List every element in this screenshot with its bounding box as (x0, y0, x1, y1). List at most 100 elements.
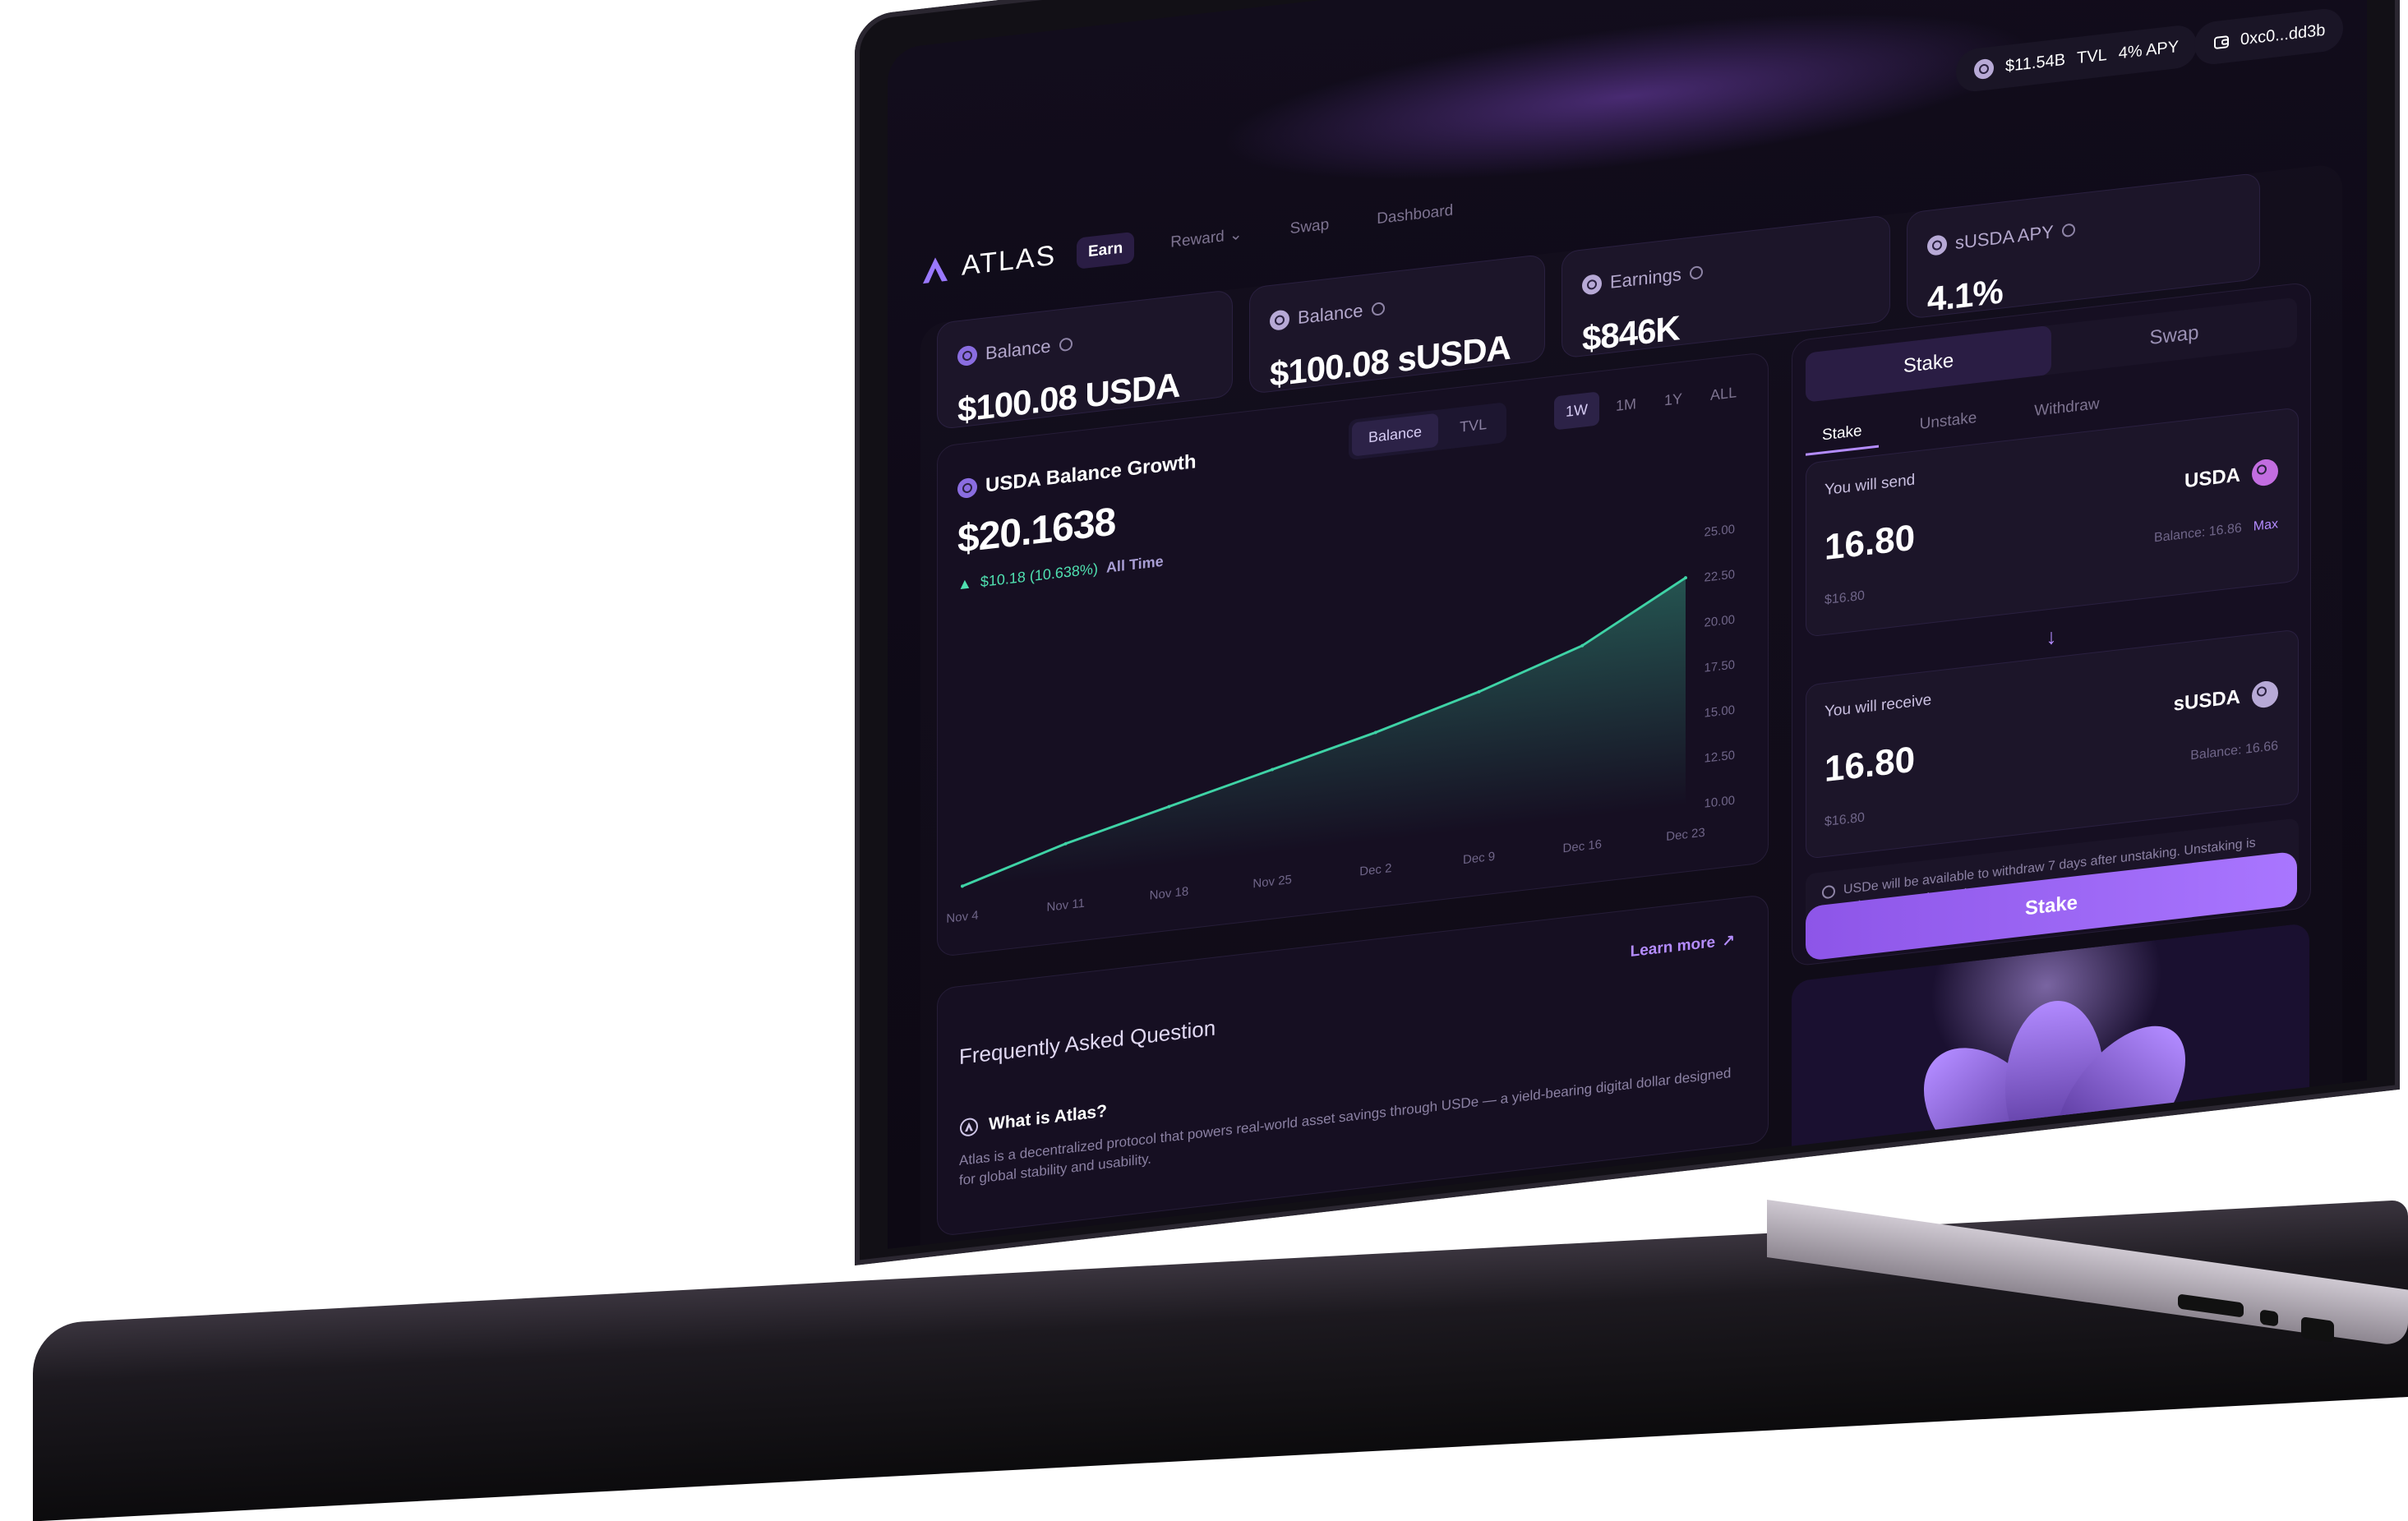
laptop-port (2301, 1316, 2334, 1343)
info-icon[interactable] (1059, 337, 1073, 353)
tab-stake[interactable]: Stake (1806, 325, 2051, 403)
receive-label: You will receive (1824, 691, 1932, 721)
receive-token: sUSDA (2174, 680, 2278, 718)
nav-reward-label: Reward (1170, 227, 1225, 251)
apy-value: 4% APY (2118, 37, 2180, 62)
x-tick-label: Nov 18 (1150, 884, 1188, 902)
tvl-label: TVL (2077, 45, 2107, 67)
tvl-value: $11.54B (2005, 50, 2066, 76)
y-tick-label: 17.50 (1704, 658, 1735, 675)
faq-question-text: What is Atlas? (989, 1101, 1107, 1134)
learn-more-link[interactable]: Learn more ↗ (1631, 932, 1735, 963)
send-token-symbol: USDA (2184, 463, 2240, 493)
info-icon (1822, 884, 1835, 900)
wallet-icon (2214, 35, 2229, 49)
send-balance-text: Balance: 16.86 (2154, 521, 2242, 546)
faq-title: Frequently Asked Question (959, 1015, 1216, 1070)
usda-coin-icon (1974, 58, 1994, 81)
range-1m[interactable]: 1M (1604, 386, 1648, 425)
x-tick-label: Dec 16 (1563, 837, 1602, 855)
receive-box: You will receive 16.80 $16.80 sUSDA Bala… (1806, 629, 2299, 860)
arrow-down-icon[interactable]: ↓ (2039, 623, 2064, 650)
receive-balance: Balance: 16.66 (2190, 739, 2278, 763)
atlas-logo-icon (923, 256, 948, 283)
faq-question[interactable]: What is Atlas? (959, 1102, 1107, 1138)
x-tick-label: Nov 4 (946, 908, 978, 925)
range-all[interactable]: ALL (1699, 375, 1748, 414)
tvl-apy-pill: $11.54B TVL 4% APY (1956, 23, 2198, 94)
delta-period: All Time (1105, 552, 1164, 576)
decorative-flower-art (1792, 922, 2309, 1196)
app-screen: $11.54B TVL 4% APY 0xc0...dd3b ATLAS Ear… (888, 0, 2367, 1250)
usda-coin-icon (957, 477, 977, 500)
stat-label: Earnings (1610, 263, 1681, 293)
arrow-up-right-icon: ↗ (1722, 932, 1735, 952)
x-tick-label: Dec 23 (1666, 826, 1705, 844)
toggle-balance[interactable]: Balance (1352, 413, 1439, 457)
chevron-down-icon: ⌄ (1229, 225, 1243, 245)
receive-usd-value: $16.80 (1824, 810, 1865, 830)
tab-swap[interactable]: Swap (2051, 297, 2297, 375)
y-tick-label: 15.00 (1704, 703, 1735, 721)
stat-label: Balance (985, 335, 1051, 364)
nav-swap[interactable]: Swap (1279, 208, 1341, 247)
info-icon[interactable] (2061, 223, 2075, 238)
receive-balance-text: Balance: 16.66 (2190, 739, 2278, 763)
susda-coin-icon (1927, 234, 1947, 256)
subtab-withdraw[interactable]: Withdraw (2018, 387, 2115, 432)
chart-amount: $20.1638 (957, 500, 1116, 562)
info-icon[interactable] (1689, 265, 1703, 280)
learn-more-label: Learn more (1630, 933, 1716, 961)
send-token-selector[interactable]: USDA (2184, 458, 2278, 495)
chart-title-text: USDA Balance Growth (985, 450, 1197, 497)
stat-card-usda-balance: Balance $100.08 USDA (937, 289, 1233, 431)
chart-range-group: 1W 1M 1Y ALL (1554, 375, 1748, 431)
toggle-tvl[interactable]: TVL (1443, 406, 1503, 446)
usda-coin-icon (2252, 458, 2278, 487)
chart-title: USDA Balance Growth (957, 450, 1197, 500)
y-tick-label: 10.00 (1704, 794, 1735, 811)
nav-reward[interactable]: Reward ⌄ (1159, 217, 1253, 260)
y-tick-label: 20.00 (1704, 613, 1735, 630)
nav-earn[interactable]: Earn (1077, 231, 1135, 270)
send-amount-input[interactable]: 16.80 (1824, 518, 1915, 569)
usda-coin-icon (957, 344, 977, 367)
x-tick-label: Dec 2 (1359, 861, 1391, 878)
nav-dashboard[interactable]: Dashboard (1365, 194, 1465, 237)
receive-amount: 16.80 (1824, 739, 1916, 790)
faq-card: Learn more ↗ Frequently Asked Question W… (937, 893, 1769, 1238)
susda-coin-icon (1270, 309, 1289, 332)
main-content: Balance $100.08 USDA Balance $100.08 sUS… (920, 163, 2342, 1249)
chart-point (1684, 576, 1687, 580)
range-1y[interactable]: 1Y (1653, 380, 1694, 419)
susda-coin-icon (2252, 680, 2278, 709)
earnings-coin-icon (1582, 273, 1602, 296)
send-label: You will send (1824, 471, 1916, 500)
subtab-unstake[interactable]: Unstake (1903, 401, 1994, 445)
stat-label: Balance (1298, 300, 1363, 329)
brand-name: ATLAS (962, 239, 1057, 282)
y-tick-label: 12.50 (1704, 749, 1735, 766)
laptop-port (2260, 1309, 2278, 1327)
wallet-address: 0xc0...dd3b (2240, 21, 2326, 48)
y-tick-label: 22.50 (1704, 568, 1735, 585)
x-tick-label: Nov 25 (1252, 873, 1291, 891)
stat-card-susda-balance: Balance $100.08 sUSDA (1249, 253, 1545, 394)
brand-logo[interactable]: ATLAS (920, 240, 1056, 288)
subtab-stake[interactable]: Stake (1806, 413, 1879, 456)
receive-token-symbol: sUSDA (2173, 685, 2240, 716)
send-balance: Balance: 16.86 Max (2154, 517, 2278, 546)
main-nav: Earn Reward ⌄ Swap Dashboard (1077, 193, 1465, 270)
balance-growth-card: USDA Balance Growth $20.1638 ▲ $10.18 (1… (937, 351, 1769, 958)
x-tick-label: Dec 9 (1463, 850, 1495, 867)
atlas-logo-icon (960, 1118, 978, 1136)
range-1w[interactable]: 1W (1554, 391, 1599, 431)
max-button[interactable]: Max (2253, 517, 2278, 534)
info-icon[interactable] (1371, 302, 1385, 316)
send-usd-value: $16.80 (1824, 588, 1865, 608)
triangle-up-icon: ▲ (957, 574, 972, 593)
wallet-button[interactable]: 0xc0...dd3b (2194, 7, 2344, 67)
x-tick-label: Nov 11 (1047, 896, 1085, 915)
y-tick-label: 25.00 (1704, 523, 1735, 540)
stat-label: sUSDA APY (1955, 221, 2054, 253)
